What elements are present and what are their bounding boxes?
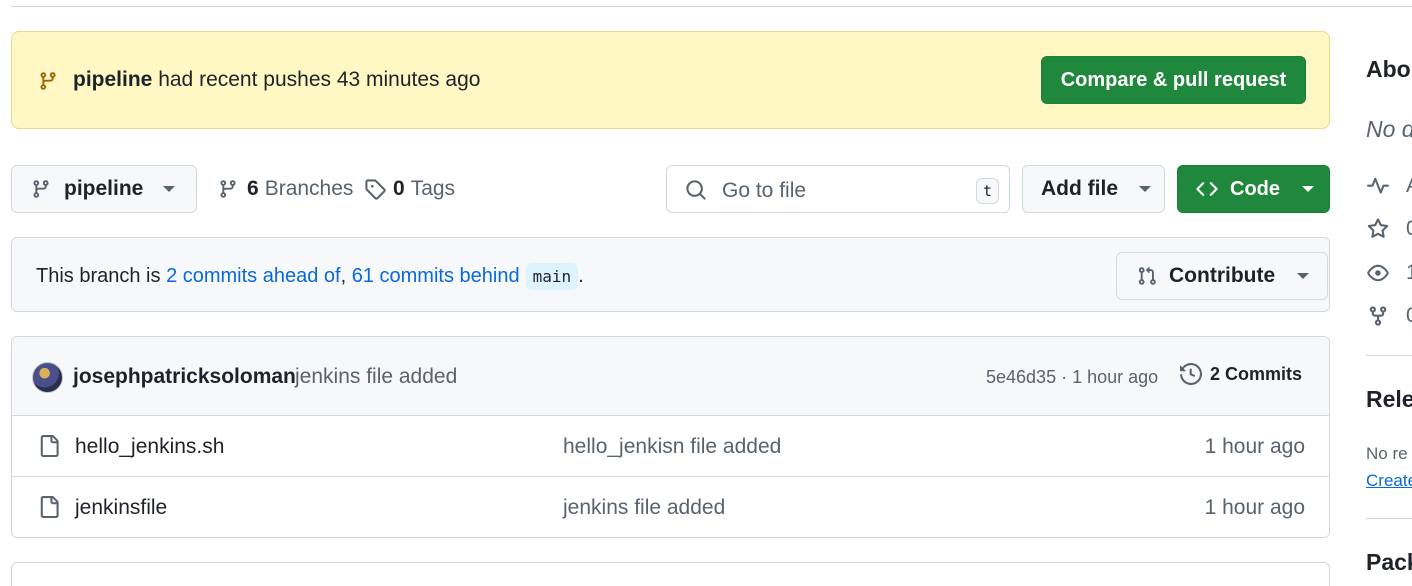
history-icon	[1180, 363, 1202, 385]
recent-pushes-message: pipeline had recent pushes 43 minutes ag…	[73, 68, 480, 92]
chevron-down-icon	[163, 186, 176, 192]
releases-heading[interactable]: Rele	[1366, 386, 1412, 413]
file-icon	[40, 496, 59, 518]
chevron-down-icon	[1139, 186, 1151, 192]
watchers-count[interactable]: 1	[1406, 261, 1412, 285]
code-button-label: Code	[1230, 177, 1280, 200]
compare-pull-request-button[interactable]: Compare & pull request	[1041, 56, 1306, 104]
commits-count-label: 2 Commits	[1210, 363, 1303, 384]
code-button[interactable]: Code	[1177, 165, 1330, 213]
tags-count: 0	[393, 177, 405, 200]
git-branch-icon	[220, 180, 236, 198]
file-table: josephpatricksoloman jenkins file added …	[11, 336, 1330, 538]
tag-icon	[365, 179, 386, 200]
create-release-link[interactable]: Create	[1366, 471, 1412, 491]
no-description-text: No d	[1366, 116, 1412, 142]
git-branch-icon	[33, 180, 49, 198]
tags-label: Tags	[410, 177, 456, 200]
banner-message-text: had recent pushes 43 minutes ago	[158, 68, 481, 91]
banner-branch-name[interactable]: pipeline	[73, 68, 152, 91]
contribute-label: Contribute	[1169, 264, 1276, 287]
base-branch-badge[interactable]: main	[525, 263, 579, 290]
latest-commit-header: josephpatricksoloman jenkins file added …	[12, 337, 1329, 416]
activity-icon	[1367, 177, 1389, 194]
file-commit-message[interactable]: hello_jenkisn file added	[563, 435, 781, 459]
commits-behind-link[interactable]: 61 commits behind	[352, 265, 520, 288]
file-name[interactable]: hello_jenkins.sh	[75, 435, 224, 459]
branch-selector[interactable]: pipeline	[11, 165, 197, 213]
search-shortcut-key: t	[976, 178, 999, 204]
file-row[interactable]: jenkinsfile jenkins file added 1 hour ag…	[12, 477, 1329, 537]
activity-link[interactable]: A	[1406, 174, 1412, 198]
branches-link[interactable]: 6 Branches	[218, 177, 353, 201]
tags-link[interactable]: 0 Tags	[364, 177, 455, 201]
contribute-button[interactable]: Contribute	[1116, 252, 1328, 300]
add-file-button[interactable]: Add file	[1022, 165, 1165, 213]
commit-sha-time[interactable]: 5e46d35 · 1 hour ago	[986, 367, 1158, 388]
packages-heading[interactable]: Pack	[1366, 549, 1412, 576]
avatar[interactable]	[32, 362, 63, 393]
sidebar-divider	[1366, 518, 1412, 519]
latest-commit-message[interactable]: jenkins file added	[295, 365, 457, 389]
top-divider	[11, 6, 1412, 7]
readme-panel	[11, 562, 1330, 586]
search-placeholder: Go to file	[722, 179, 807, 202]
git-branch-icon	[40, 72, 56, 90]
forks-count[interactable]: 0	[1406, 304, 1412, 328]
file-commit-message[interactable]: jenkins file added	[563, 496, 725, 520]
recent-pushes-banner: pipeline had recent pushes 43 minutes ag…	[11, 31, 1330, 129]
comparison-separator: ,	[340, 265, 347, 287]
fork-icon	[1369, 306, 1387, 326]
go-to-file-search[interactable]: Go to file t	[666, 165, 1010, 213]
file-name[interactable]: jenkinsfile	[75, 496, 167, 520]
commits-history-link[interactable]: 2 Commits	[1180, 363, 1302, 385]
chevron-down-icon	[1302, 186, 1314, 192]
commit-author[interactable]: josephpatricksoloman	[73, 365, 296, 389]
code-icon	[1196, 182, 1218, 196]
branches-label: Branches	[264, 177, 354, 200]
comparison-prefix: This branch is	[36, 265, 161, 287]
commits-ahead-link[interactable]: 2 commits ahead of	[166, 265, 341, 288]
star-icon	[1367, 218, 1389, 238]
git-pull-request-icon	[1138, 266, 1156, 285]
file-icon	[40, 435, 59, 457]
add-file-label: Add file	[1041, 177, 1118, 200]
about-heading: Abo	[1366, 56, 1411, 82]
sidebar-divider	[1366, 355, 1412, 356]
about-sidebar: Abo No d A 0 1 0 Rele No re Create Pack	[1366, 0, 1412, 586]
search-icon	[686, 180, 706, 200]
file-row[interactable]: hello_jenkins.sh hello_jenkisn file adde…	[12, 416, 1329, 477]
file-commit-age: 1 hour ago	[1204, 496, 1305, 519]
stars-count[interactable]: 0	[1406, 217, 1412, 241]
branch-comparison-text: This branch is 2 commits ahead of, 61 co…	[36, 263, 584, 290]
branch-selector-label: pipeline	[64, 177, 144, 200]
branches-count: 6	[247, 177, 259, 200]
file-commit-age: 1 hour ago	[1204, 435, 1305, 458]
chevron-down-icon	[1297, 273, 1310, 279]
comparison-suffix: .	[578, 265, 584, 287]
eye-icon	[1367, 264, 1389, 282]
branch-comparison-bar: This branch is 2 commits ahead of, 61 co…	[11, 237, 1330, 312]
no-releases-text: No re	[1366, 444, 1408, 463]
